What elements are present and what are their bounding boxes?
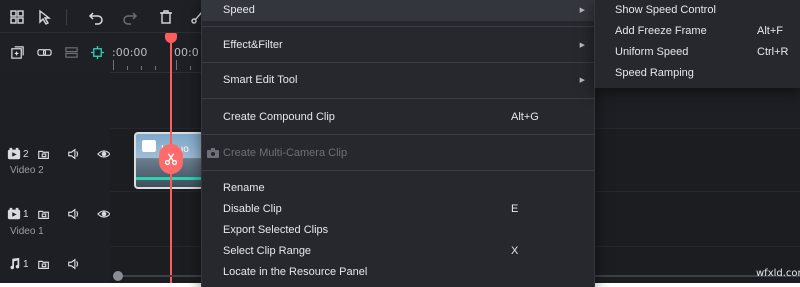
menu-item-effect-filter[interactable]: Effect&Filter ▶ bbox=[202, 35, 594, 56]
menu-separator bbox=[202, 170, 594, 171]
menu-item-label: Smart Edit Tool bbox=[223, 74, 298, 86]
menu-item-label: Rename bbox=[223, 182, 265, 194]
camera-icon bbox=[207, 148, 219, 158]
menu-item-disable-clip[interactable]: Disable Clip E bbox=[202, 199, 594, 220]
menu-shortcut: Alt+G bbox=[511, 111, 539, 123]
menu-item-rename[interactable]: Rename bbox=[202, 178, 594, 199]
menu-separator bbox=[202, 62, 594, 63]
menu-item-label: Disable Clip bbox=[223, 203, 282, 215]
track-tools bbox=[0, 33, 110, 73]
track-layout-icon[interactable] bbox=[62, 43, 80, 61]
add-track-icon[interactable] bbox=[8, 43, 26, 61]
scroll-thumb[interactable] bbox=[113, 271, 123, 281]
music-track-icon: 1 bbox=[7, 256, 37, 272]
redo-icon[interactable] bbox=[120, 7, 140, 27]
menu-separator bbox=[202, 26, 594, 27]
track-header-audio-1: 1 bbox=[0, 246, 110, 283]
submenu-item-uniform-speed[interactable]: Uniform Speed Ctrl+R bbox=[595, 42, 800, 63]
ruler-time-label: 00:0 bbox=[174, 46, 199, 59]
track-number: 2 bbox=[23, 148, 29, 160]
menu-item-create-multi-camera-clip: Create Multi-Camera Clip bbox=[202, 143, 594, 164]
submenu-item-label: Uniform Speed bbox=[615, 46, 689, 58]
menu-item-label: Locate in the Resource Panel bbox=[223, 266, 368, 278]
submenu-shortcut: Ctrl+R bbox=[757, 46, 789, 58]
menu-item-label: Effect&Filter bbox=[223, 39, 283, 51]
submenu-item-label: Speed Ramping bbox=[615, 67, 694, 79]
submenu-arrow-icon: ▶ bbox=[579, 42, 585, 49]
scissors-icon bbox=[164, 153, 178, 166]
menu-item-locate-in-resource-panel[interactable]: Locate in the Resource Panel bbox=[202, 262, 594, 283]
menu-item-smart-edit-tool[interactable]: Smart Edit Tool ▶ bbox=[202, 70, 594, 91]
submenu-arrow-icon: ▶ bbox=[579, 7, 585, 14]
speaker-icon[interactable] bbox=[67, 206, 97, 222]
watermark: wfxld.com bbox=[756, 268, 800, 279]
track-label: Video 2 bbox=[10, 165, 44, 176]
track-number: 1 bbox=[23, 208, 29, 220]
toolbar-divider bbox=[66, 9, 67, 25]
speed-submenu: Show Speed Control Add Freeze Frame Alt+… bbox=[594, 0, 800, 88]
menu-item-export-selected-clips[interactable]: Export Selected Clips bbox=[202, 220, 594, 241]
menu-separator bbox=[202, 134, 594, 135]
lock-folder-icon[interactable] bbox=[37, 256, 67, 272]
clip-audio-bar bbox=[136, 177, 202, 180]
speaker-icon[interactable] bbox=[67, 256, 97, 272]
video-track-icon: 2 bbox=[7, 146, 37, 162]
clip-context-menu: Speed ▶ Effect&Filter ▶ Smart Edit Tool … bbox=[201, 0, 595, 287]
submenu-item-label: Show Speed Control bbox=[615, 4, 716, 16]
menu-separator bbox=[202, 98, 594, 99]
menu-item-select-clip-range[interactable]: Select Clip Range X bbox=[202, 241, 594, 262]
menu-item-label: Select Clip Range bbox=[223, 245, 312, 257]
menu-item-label: Export Selected Clips bbox=[223, 224, 329, 236]
menu-shortcut: X bbox=[511, 245, 519, 257]
magnetic-snap-icon[interactable] bbox=[88, 43, 106, 61]
lock-folder-icon[interactable] bbox=[37, 206, 67, 222]
layout-grid-icon[interactable] bbox=[7, 7, 27, 27]
menu-item-create-compound-clip[interactable]: Create Compound Clip Alt+G bbox=[202, 107, 594, 128]
track-header-video-2: 2 Video 2 bbox=[0, 74, 111, 189]
submenu-item-show-speed-control[interactable]: Show Speed Control bbox=[595, 0, 800, 21]
undo-icon[interactable] bbox=[86, 7, 106, 27]
ruler-time-label: :00:00 bbox=[112, 46, 148, 59]
menu-item-label: Speed bbox=[223, 4, 255, 16]
speaker-icon[interactable] bbox=[67, 146, 97, 162]
menu-shortcut: E bbox=[511, 203, 519, 215]
track-header-video-1: 1 Video 1 bbox=[0, 191, 111, 246]
submenu-item-speed-ramping[interactable]: Speed Ramping bbox=[595, 63, 800, 84]
split-at-playhead-button[interactable] bbox=[159, 144, 183, 174]
track-number: 1 bbox=[23, 258, 29, 270]
submenu-arrow-icon: ▶ bbox=[579, 77, 585, 84]
menu-item-label: Create Multi-Camera Clip bbox=[223, 147, 348, 159]
link-clip-icon[interactable] bbox=[35, 43, 53, 61]
submenu-item-add-freeze-frame[interactable]: Add Freeze Frame Alt+F bbox=[595, 21, 800, 42]
delete-icon[interactable] bbox=[156, 7, 176, 27]
menu-item-label: Create Compound Clip bbox=[223, 111, 335, 123]
submenu-shortcut: Alt+F bbox=[757, 25, 783, 37]
select-tool-icon[interactable] bbox=[35, 7, 55, 27]
lock-folder-icon[interactable] bbox=[37, 146, 67, 162]
submenu-item-label: Add Freeze Frame bbox=[615, 25, 707, 37]
menu-item-speed[interactable]: Speed ▶ bbox=[202, 0, 594, 21]
track-label: Video 1 bbox=[10, 226, 44, 237]
clip-thumbnail-icon bbox=[142, 140, 156, 152]
video-track-icon: 1 bbox=[7, 206, 37, 222]
